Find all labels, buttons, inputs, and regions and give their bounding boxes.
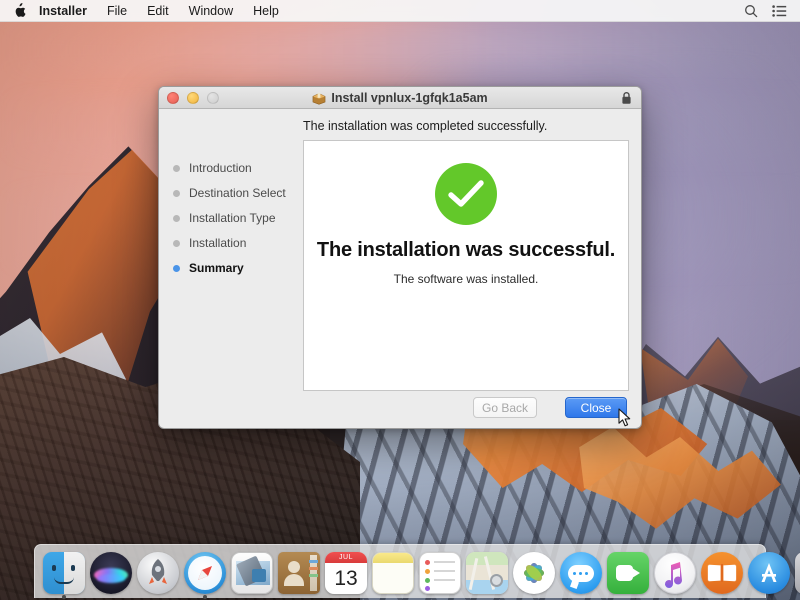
menu-bar-status-area bbox=[744, 4, 800, 18]
window-traffic-lights bbox=[159, 91, 219, 104]
dock-item-finder[interactable] bbox=[43, 552, 85, 599]
dock-item-messages[interactable] bbox=[560, 552, 602, 594]
close-window-button[interactable] bbox=[167, 91, 179, 104]
dock-item-itunes[interactable] bbox=[654, 552, 696, 594]
step-label: Installation bbox=[189, 236, 247, 250]
success-subtitle: The software was installed. bbox=[393, 272, 539, 286]
control-center-icon[interactable] bbox=[772, 4, 787, 17]
menu-item-installer[interactable]: Installer bbox=[37, 0, 97, 22]
success-title: The installation was successful. bbox=[316, 239, 616, 261]
success-block: The installation was successful. The sof… bbox=[304, 163, 628, 286]
apple-logo-icon[interactable] bbox=[0, 3, 37, 18]
sidebar-item-summary: Summary bbox=[173, 261, 301, 275]
zoom-window-button-disabled bbox=[207, 91, 219, 104]
dock-item-safari[interactable] bbox=[184, 552, 226, 599]
dock-item-contacts[interactable] bbox=[278, 552, 320, 594]
step-bullet-icon bbox=[173, 239, 180, 247]
dock-item-mail[interactable] bbox=[231, 552, 273, 594]
running-indicator bbox=[203, 595, 207, 599]
sidebar-item-destination-select: Destination Select bbox=[173, 186, 301, 200]
dock-item-launchpad[interactable] bbox=[137, 552, 179, 594]
menu-item-help[interactable]: Help bbox=[243, 0, 289, 22]
installer-content-panel: The installation was successful. The sof… bbox=[303, 140, 629, 391]
menu-bar: Installer File Edit Window Help bbox=[0, 0, 800, 22]
dock-item-system-preferences[interactable] bbox=[795, 552, 800, 594]
calendar-month-label: JUL bbox=[325, 552, 367, 563]
calendar-day-label: 13 bbox=[334, 566, 358, 590]
step-bullet-icon bbox=[173, 164, 180, 172]
dock-item-app-store[interactable] bbox=[748, 552, 790, 594]
installer-step-list: Introduction Destination Select Installa… bbox=[173, 161, 301, 275]
window-title-text: Install vpnlux-1gfqk1a5am bbox=[331, 91, 488, 105]
desktop-screen: Installer File Edit Window Help Install … bbox=[0, 0, 800, 600]
dock-item-photos[interactable] bbox=[513, 552, 555, 594]
step-label: Introduction bbox=[189, 161, 252, 175]
sidebar-item-installation: Installation bbox=[173, 236, 301, 250]
installer-footer: Go Back Close bbox=[159, 391, 641, 428]
step-label: Summary bbox=[189, 261, 244, 275]
dock-item-calendar[interactable]: JUL 13 bbox=[325, 552, 367, 594]
step-label: Installation Type bbox=[189, 211, 276, 225]
dock-item-ibooks[interactable] bbox=[701, 552, 743, 594]
menu-item-edit[interactable]: Edit bbox=[137, 0, 179, 22]
menu-item-file[interactable]: File bbox=[97, 0, 137, 22]
sidebar-item-installation-type: Installation Type bbox=[173, 211, 301, 225]
step-bullet-icon-current bbox=[173, 264, 180, 272]
dock-item-maps[interactable] bbox=[466, 552, 508, 594]
window-title-bar[interactable]: Install vpnlux-1gfqk1a5am bbox=[159, 87, 641, 109]
search-icon[interactable] bbox=[744, 4, 758, 18]
go-back-button[interactable]: Go Back bbox=[473, 397, 537, 418]
dock-item-facetime[interactable] bbox=[607, 552, 649, 594]
installer-headline: The installation was completed successfu… bbox=[303, 119, 548, 133]
window-title-group: Install vpnlux-1gfqk1a5am bbox=[159, 87, 641, 109]
dock-item-reminders[interactable] bbox=[419, 552, 461, 594]
step-bullet-icon bbox=[173, 189, 180, 197]
package-icon bbox=[312, 92, 326, 105]
green-checkmark-icon bbox=[435, 163, 497, 225]
step-label: Destination Select bbox=[189, 186, 286, 200]
dock-item-siri[interactable] bbox=[90, 552, 132, 594]
dock: JUL 13 bbox=[34, 544, 800, 599]
installer-window: Install vpnlux-1gfqk1a5am The installati… bbox=[158, 86, 642, 429]
dock-item-notes[interactable] bbox=[372, 552, 414, 594]
menu-item-window[interactable]: Window bbox=[179, 0, 243, 22]
minimize-window-button[interactable] bbox=[187, 91, 199, 104]
mouse-cursor bbox=[618, 408, 632, 433]
lock-icon[interactable] bbox=[621, 91, 632, 110]
window-body: The installation was completed successfu… bbox=[159, 109, 641, 428]
step-bullet-icon bbox=[173, 214, 180, 222]
sidebar-item-introduction: Introduction bbox=[173, 161, 301, 175]
running-indicator bbox=[62, 595, 66, 599]
